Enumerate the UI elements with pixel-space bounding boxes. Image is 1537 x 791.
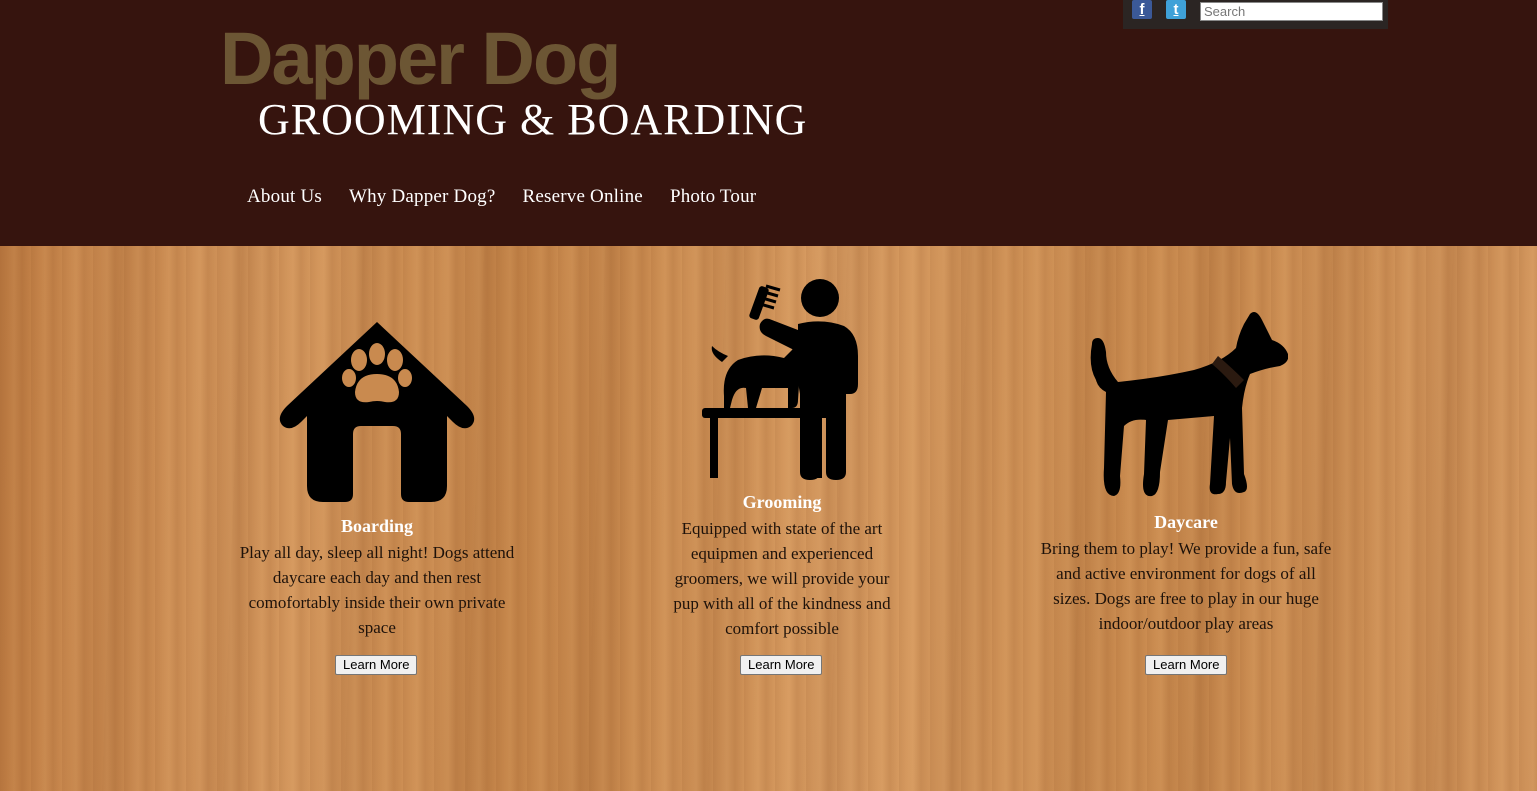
service-boarding: Boarding Play all day, sleep all night! … xyxy=(228,318,526,640)
learn-more-grooming-button[interactable]: Learn More xyxy=(740,655,823,675)
service-title: Grooming xyxy=(742,492,822,512)
dog-house-paw-icon xyxy=(279,322,475,502)
learn-more-boarding-button[interactable]: Learn More xyxy=(335,655,418,675)
services-section: Boarding Play all day, sleep all night! … xyxy=(0,246,1537,791)
nav-item-why-dapper-dog[interactable]: Why Dapper Dog? xyxy=(349,186,496,208)
dog-icon xyxy=(1090,312,1288,497)
brand-name[interactable]: Dapper Dog xyxy=(220,22,621,96)
search-input[interactable] xyxy=(1200,2,1383,21)
facebook-icon[interactable]: f xyxy=(1132,0,1152,19)
service-description: Play all day, sleep all night! Dogs atte… xyxy=(239,543,515,637)
service-title: Daycare xyxy=(1154,512,1218,532)
top-utility-bar: f t xyxy=(1123,0,1388,29)
service-description: Bring them to play! We provide a fun, sa… xyxy=(1040,539,1332,633)
site-header: Dapper Dog GROOMING & BOARDING About Us … xyxy=(0,0,1537,246)
learn-more-daycare-button[interactable]: Learn More xyxy=(1145,655,1228,675)
main-nav: About Us Why Dapper Dog? Reserve Online … xyxy=(247,186,756,208)
brand-tagline: GROOMING & BOARDING xyxy=(258,95,808,144)
service-daycare: Daycare Bring them to play! We provide a… xyxy=(1032,308,1340,636)
nav-item-photo-tour[interactable]: Photo Tour xyxy=(670,186,756,208)
twitter-icon[interactable]: t xyxy=(1166,0,1186,19)
service-description: Equipped with state of the art equipmen … xyxy=(673,519,891,638)
service-grooming: Grooming Equipped with state of the art … xyxy=(632,276,932,641)
groomer-icon xyxy=(702,279,858,480)
service-title: Boarding xyxy=(340,516,414,536)
nav-item-about-us[interactable]: About Us xyxy=(247,186,322,208)
nav-item-reserve-online[interactable]: Reserve Online xyxy=(522,186,642,208)
